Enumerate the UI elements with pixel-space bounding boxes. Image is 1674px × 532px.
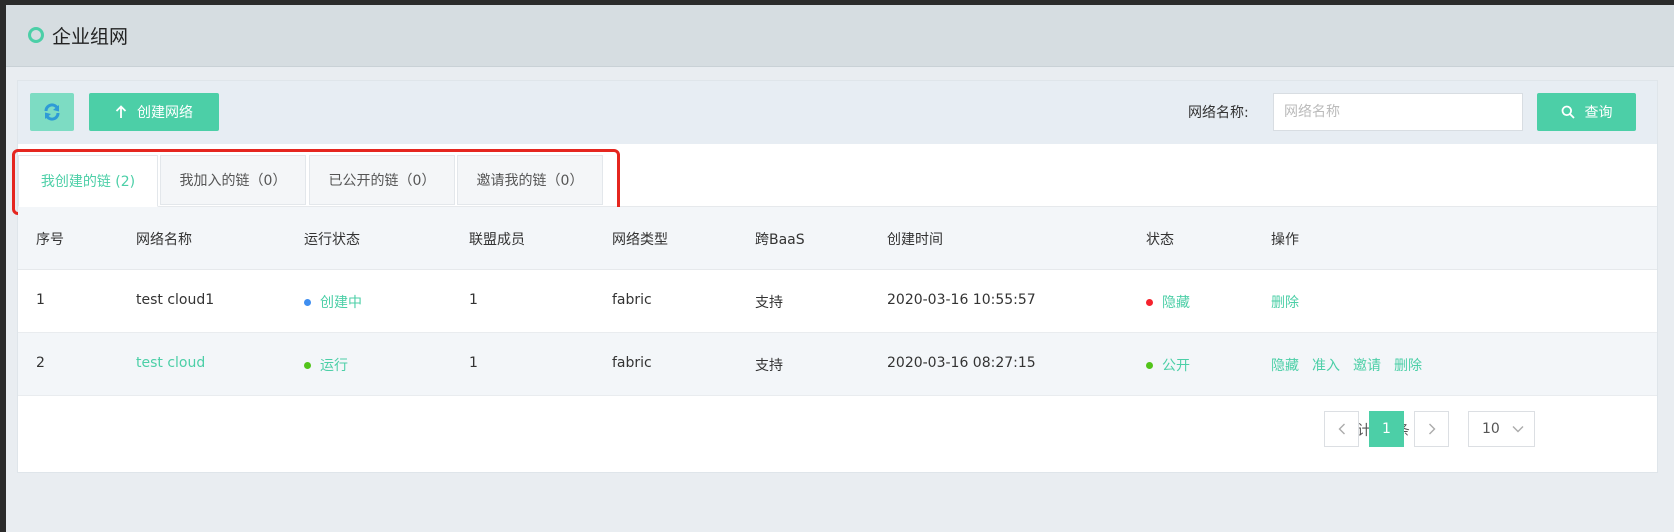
query-button[interactable]: 查询 <box>1537 93 1636 131</box>
network-panel: 创建网络 网络名称: 查询 我创建的链 (2) 我加入的链（0） 已公开的链（0… <box>12 80 1658 473</box>
delete-link[interactable]: 删除 <box>1271 295 1299 311</box>
row-actions: 删除 <box>1271 292 1312 312</box>
ring-icon <box>28 27 44 43</box>
network-name-link[interactable]: test cloud <box>136 355 205 371</box>
run-status-text: 创建中 <box>320 295 362 311</box>
run-status-text: 运行 <box>320 358 348 374</box>
visibility-state: 公开 <box>1146 355 1190 375</box>
tab-bar: 我创建的链 (2) 我加入的链（0） 已公开的链（0） 邀请我的链（0） <box>18 144 1657 207</box>
page-size-select[interactable]: 10 <box>1468 411 1535 447</box>
refresh-icon <box>44 103 60 121</box>
column-header: 网络名称 <box>136 232 192 248</box>
column-header: 跨BaaS <box>755 232 805 248</box>
page-size-value: 10 <box>1482 421 1500 437</box>
column-header: 操作 <box>1271 232 1299 248</box>
query-label: 查询 <box>1584 105 1613 121</box>
network-name-input[interactable] <box>1273 93 1523 131</box>
table-row: 1 test cloud1 创建中 1 fabric 支持 2020-03-16… <box>18 270 1657 333</box>
delete-link[interactable]: 删除 <box>1394 358 1422 374</box>
visibility-state: 隐藏 <box>1146 292 1190 312</box>
created-time: 2020-03-16 08:27:15 <box>887 355 1036 371</box>
toolbar: 创建网络 网络名称: 查询 <box>18 81 1657 144</box>
create-network-label: 创建网络 <box>137 105 193 121</box>
search-label: 网络名称: <box>1188 105 1249 121</box>
tab-my-created[interactable]: 我创建的链 (2) <box>18 155 158 207</box>
visibility-text: 隐藏 <box>1162 295 1190 311</box>
admit-link[interactable]: 准入 <box>1312 358 1340 374</box>
column-header: 状态 <box>1146 232 1174 248</box>
table-header: 序号 网络名称 运行状态 联盟成员 网络类型 跨BaaS 创建时间 状态 操作 <box>18 207 1657 270</box>
run-status: 运行 <box>304 355 348 375</box>
status-dot-icon <box>304 361 311 369</box>
column-header: 序号 <box>36 232 64 248</box>
status-dot-icon <box>1146 361 1153 369</box>
chevron-left-icon <box>1338 423 1345 435</box>
tab-label: 邀请我的链（0） <box>476 173 584 189</box>
chevron-right-icon <box>1428 423 1435 435</box>
tab-invited[interactable]: 邀请我的链（0） <box>457 155 603 205</box>
tab-label: 我创建的链 (2) <box>40 174 136 190</box>
cross-baas: 支持 <box>755 358 783 374</box>
row-index: 1 <box>36 292 45 308</box>
created-time: 2020-03-16 10:55:57 <box>887 292 1036 308</box>
page-title: 企业组网 <box>52 26 129 48</box>
chevron-down-icon <box>1512 426 1524 433</box>
page-number-button[interactable]: 1 <box>1369 411 1404 447</box>
invite-link[interactable]: 邀请 <box>1353 358 1381 374</box>
column-header: 联盟成员 <box>469 232 525 248</box>
status-dot-icon <box>304 298 311 306</box>
row-actions: 隐藏 准入 邀请 删除 <box>1271 355 1435 375</box>
tab-public[interactable]: 已公开的链（0） <box>309 155 455 205</box>
refresh-button[interactable] <box>30 93 74 131</box>
column-header: 运行状态 <box>304 232 360 248</box>
arrow-up-icon <box>115 105 127 118</box>
next-page-button[interactable] <box>1414 411 1449 447</box>
table-row: 2 test cloud 运行 1 fabric 支持 2020-03-16 0… <box>18 333 1657 396</box>
tab-label: 我加入的链（0） <box>179 173 287 189</box>
run-status: 创建中 <box>304 292 362 312</box>
status-dot-icon <box>1146 298 1153 306</box>
column-header: 网络类型 <box>612 232 668 248</box>
page-header: 企业组网 <box>6 5 1674 67</box>
column-header: 创建时间 <box>887 232 943 248</box>
network-type: fabric <box>612 355 652 371</box>
tab-joined[interactable]: 我加入的链（0） <box>160 155 306 205</box>
cross-baas: 支持 <box>755 295 783 311</box>
network-name: test cloud1 <box>136 292 215 308</box>
search-icon <box>1561 105 1575 119</box>
row-index: 2 <box>36 355 45 371</box>
network-type: fabric <box>612 292 652 308</box>
members: 1 <box>469 355 478 371</box>
visibility-text: 公开 <box>1162 358 1190 374</box>
window-left-edge <box>0 0 6 532</box>
members: 1 <box>469 292 478 308</box>
create-network-button[interactable]: 创建网络 <box>89 93 219 131</box>
prev-page-button[interactable] <box>1324 411 1359 447</box>
hide-link[interactable]: 隐藏 <box>1271 358 1299 374</box>
tab-label: 已公开的链（0） <box>328 173 436 189</box>
